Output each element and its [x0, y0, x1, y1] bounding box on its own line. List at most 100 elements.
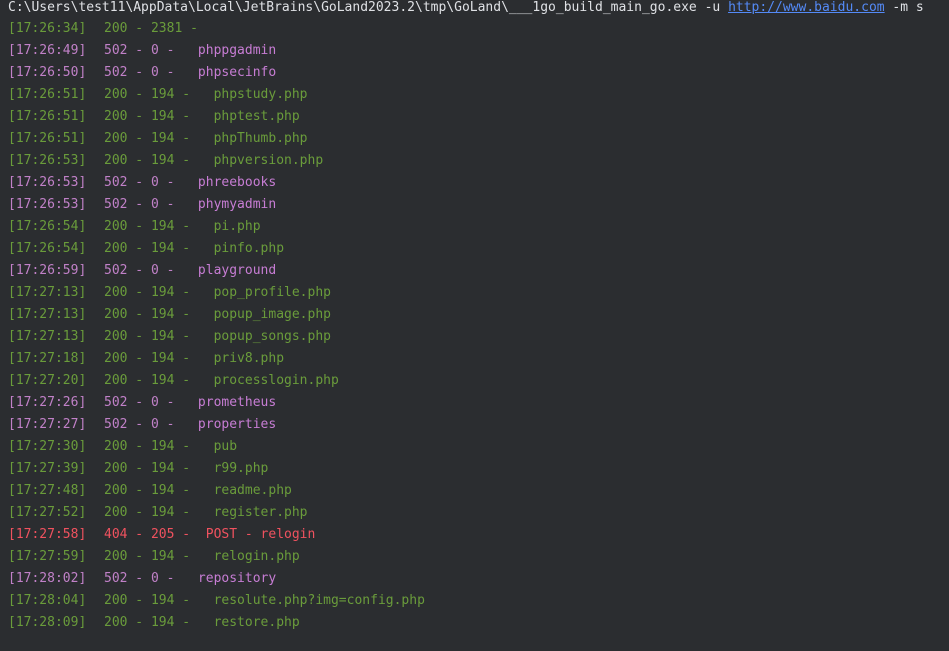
log-line: [17:27:20] 200 - 194 - processlogin.php — [0, 370, 949, 392]
log-status-size: 502 - 0 - — [104, 175, 198, 190]
log-timestamp: [17:27:13] — [8, 307, 87, 322]
log-line: [17:26:53] 502 - 0 - phymyadmin — [0, 194, 949, 216]
log-status-size: 200 - 2381 - — [104, 21, 198, 36]
log-timestamp: [17:26:51] — [8, 131, 87, 146]
log-line: [17:26:51] 200 - 194 - phpstudy.php — [0, 84, 949, 106]
log-timestamp: [17:27:26] — [8, 395, 87, 410]
log-lines: [17:26:34] 200 - 2381 - [17:26:49] 502 - 0 … — [0, 18, 949, 634]
log-line: [17:26:49] 502 - 0 - phppgadmin — [0, 40, 949, 62]
log-path: phpsecinfo — [197, 65, 277, 80]
log-status-size: 200 - 194 - — [104, 285, 214, 300]
log-line: [17:27:13] 200 - 194 - popup_songs.php — [0, 326, 949, 348]
log-status-size: 200 - 194 - — [104, 329, 214, 344]
log-timestamp: [17:27:48] — [8, 483, 87, 498]
log-path: phppgadmin — [197, 43, 277, 58]
log-path: popup_songs.php — [213, 329, 331, 344]
log-line: [17:27:30] 200 - 194 - pub — [0, 436, 949, 458]
log-line: [17:27:27] 502 - 0 - properties — [0, 414, 949, 436]
log-path: POST - relogin — [205, 527, 316, 542]
log-line: [17:28:02] 502 - 0 - repository — [0, 568, 949, 590]
log-status-size: 200 - 194 - — [104, 241, 214, 256]
terminal-output[interactable]: C:\Users\test11\AppData\Local\JetBrains\… — [0, 0, 949, 651]
log-path: pinfo.php — [213, 241, 285, 256]
log-status-size: 200 - 194 - — [104, 153, 214, 168]
log-path: register.php — [213, 505, 308, 520]
log-path: properties — [197, 417, 277, 432]
log-status-size: 200 - 194 - — [104, 439, 214, 454]
log-line: [17:27:59] 200 - 194 - relogin.php — [0, 546, 949, 568]
log-line: [17:26:54] 200 - 194 - pi.php — [0, 216, 949, 238]
log-path: pub — [213, 439, 238, 454]
log-status-size: 502 - 0 - — [104, 571, 198, 586]
log-timestamp: [17:26:34] — [8, 21, 87, 36]
log-status-size: 200 - 194 - — [104, 593, 214, 608]
log-line: [17:26:53] 502 - 0 - phreebooks — [0, 172, 949, 194]
log-line: [17:28:09] 200 - 194 - restore.php — [0, 612, 949, 634]
log-status-size: 200 - 194 - — [104, 505, 214, 520]
log-path: restore.php — [213, 615, 300, 630]
log-path: pi.php — [213, 219, 261, 234]
log-path: r99.php — [213, 461, 269, 476]
log-line: [17:26:51] 200 - 194 - phptest.php — [0, 106, 949, 128]
log-line: [17:27:39] 200 - 194 - r99.php — [0, 458, 949, 480]
log-timestamp: [17:28:04] — [8, 593, 87, 608]
log-line: [17:26:59] 502 - 0 - playground — [0, 260, 949, 282]
log-timestamp: [17:26:54] — [8, 219, 87, 234]
log-status-size: 502 - 0 - — [104, 43, 198, 58]
log-path: phptest.php — [213, 109, 300, 124]
log-timestamp: [17:26:53] — [8, 197, 87, 212]
log-status-size: 200 - 194 - — [104, 483, 214, 498]
log-timestamp: [17:27:27] — [8, 417, 87, 432]
log-status-size: 200 - 194 - — [104, 615, 214, 630]
log-timestamp: [17:26:53] — [8, 175, 87, 190]
log-line: [17:26:34] 200 - 2381 - — [0, 18, 949, 40]
command-url-link[interactable]: http://www.baidu.com — [728, 0, 885, 15]
log-path: phymyadmin — [197, 197, 277, 212]
log-path: relogin.php — [213, 549, 300, 564]
log-line: [17:26:54] 200 - 194 - pinfo.php — [0, 238, 949, 260]
log-status-size: 502 - 0 - — [104, 197, 198, 212]
log-timestamp: [17:28:09] — [8, 615, 87, 630]
log-status-size: 502 - 0 - — [104, 395, 198, 410]
log-status-size: 404 - 205 - — [104, 527, 206, 542]
log-line: [17:27:58] 404 - 205 - POST - relogin — [0, 524, 949, 546]
log-status-size: 502 - 0 - — [104, 263, 198, 278]
log-timestamp: [17:26:51] — [8, 87, 87, 102]
command-prefix: C:\Users\test11\AppData\Local\JetBrains\… — [8, 0, 729, 15]
log-path: resolute.php?img=config.php — [213, 593, 425, 608]
log-status-size: 200 - 194 - — [104, 131, 214, 146]
log-path: prometheus — [197, 395, 277, 410]
log-path: phreebooks — [197, 175, 277, 190]
log-status-size: 200 - 194 - — [104, 351, 214, 366]
log-status-size: 200 - 194 - — [104, 87, 214, 102]
log-status-size: 200 - 194 - — [104, 219, 214, 234]
log-status-size: 200 - 194 - — [104, 109, 214, 124]
log-timestamp: [17:26:51] — [8, 109, 87, 124]
log-status-size: 200 - 194 - — [104, 307, 214, 322]
log-timestamp: [17:26:50] — [8, 65, 87, 80]
log-timestamp: [17:27:39] — [8, 461, 87, 476]
command-line: C:\Users\test11\AppData\Local\JetBrains\… — [0, 0, 949, 18]
log-timestamp: [17:27:30] — [8, 439, 87, 454]
log-path: processlogin.php — [213, 373, 339, 388]
log-line: [17:27:13] 200 - 194 - popup_image.php — [0, 304, 949, 326]
log-path: phpversion.php — [213, 153, 324, 168]
log-path: priv8.php — [213, 351, 285, 366]
log-path: pop_profile.php — [213, 285, 331, 300]
log-line: [17:26:51] 200 - 194 - phpThumb.php — [0, 128, 949, 150]
log-line: [17:28:04] 200 - 194 - resolute.php?img=c… — [0, 590, 949, 612]
log-timestamp: [17:27:18] — [8, 351, 87, 366]
log-timestamp: [17:26:59] — [8, 263, 87, 278]
log-line: [17:27:18] 200 - 194 - priv8.php — [0, 348, 949, 370]
log-timestamp: [17:27:59] — [8, 549, 87, 564]
log-line: [17:26:53] 200 - 194 - phpversion.php — [0, 150, 949, 172]
log-timestamp: [17:26:54] — [8, 241, 87, 256]
log-status-size: 200 - 194 - — [104, 461, 214, 476]
log-line: [17:27:26] 502 - 0 - prometheus — [0, 392, 949, 414]
log-line: [17:27:13] 200 - 194 - pop_profile.php — [0, 282, 949, 304]
log-timestamp: [17:27:58] — [8, 527, 87, 542]
log-timestamp: [17:26:53] — [8, 153, 87, 168]
log-status-size: 200 - 194 - — [104, 549, 214, 564]
command-suffix: -m s — [884, 0, 924, 15]
log-line: [17:27:48] 200 - 194 - readme.php — [0, 480, 949, 502]
